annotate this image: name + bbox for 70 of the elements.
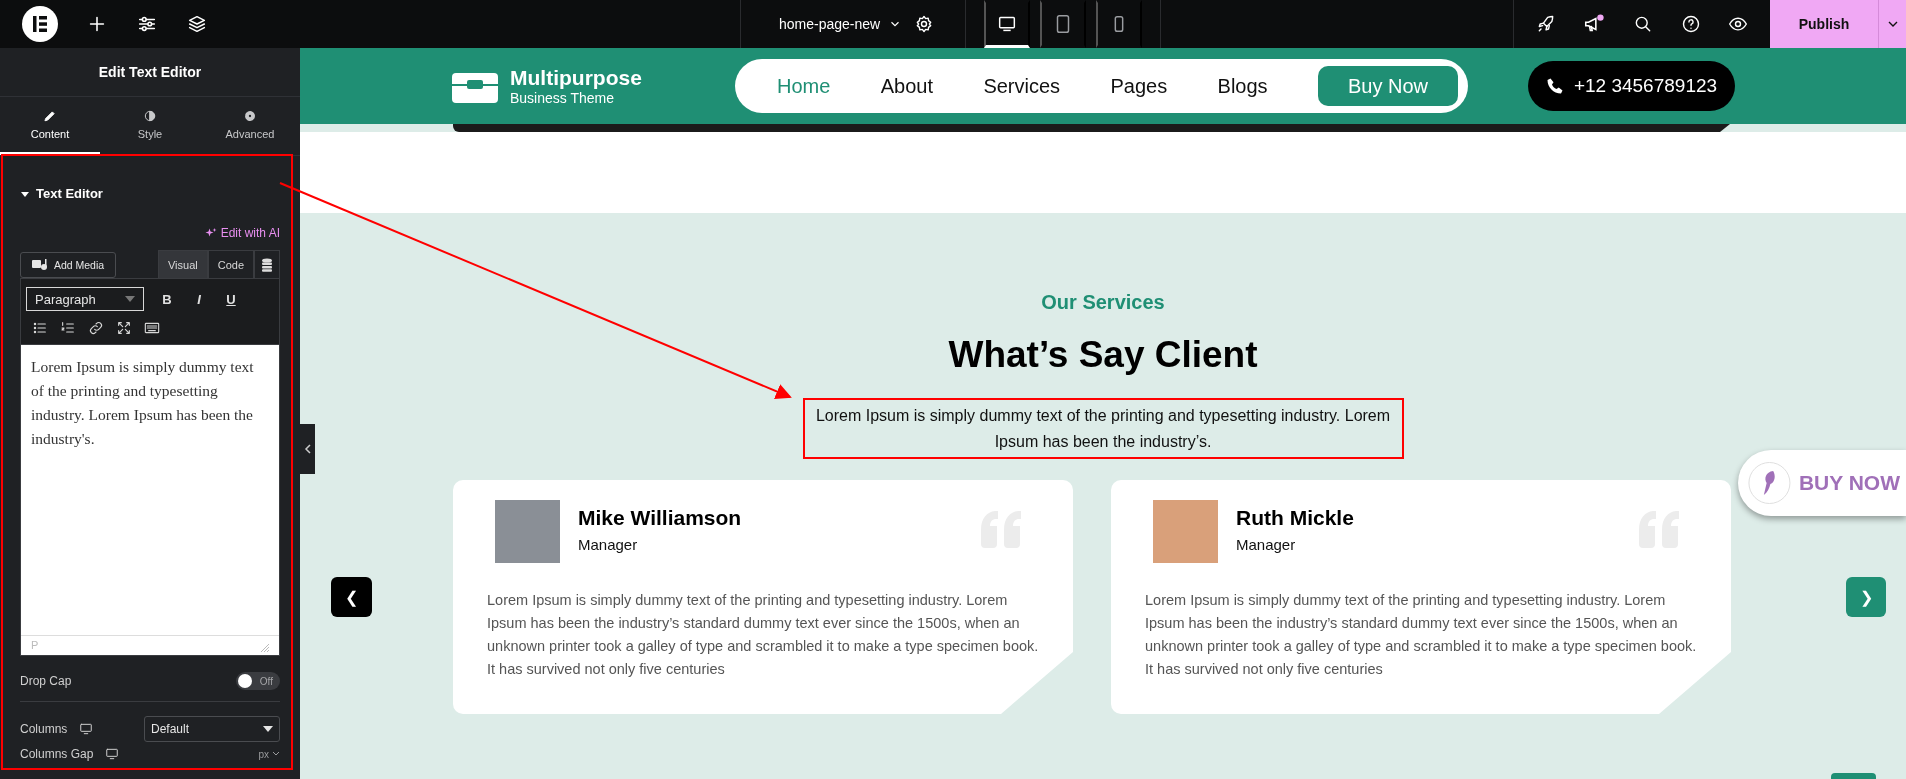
phone-icon: [1545, 77, 1564, 95]
editor-tab[interactable]: Code: [207, 250, 254, 278]
resize-grip-icon[interactable]: [261, 644, 269, 652]
photo-placeholder: [1153, 500, 1218, 563]
unit-dropdown[interactable]: px: [258, 748, 280, 760]
collapse-panel-button[interactable]: [300, 424, 315, 474]
caret-icon: [125, 295, 135, 303]
editor-tab[interactable]: Visual: [157, 250, 208, 278]
database-icon: [261, 257, 273, 272]
edit-with-ai-link[interactable]: Edit with AI: [204, 226, 280, 240]
photo-placeholder: [495, 500, 560, 563]
section-eyebrow: Our Services: [1041, 291, 1165, 314]
publish-button[interactable]: Publish: [1770, 0, 1878, 48]
panel-tab[interactable]: Style: [100, 97, 200, 155]
nav-link[interactable]: Pages: [1110, 74, 1168, 98]
page-name-dropdown[interactable]: home-page-new: [779, 16, 903, 32]
help-icon[interactable]: [1680, 14, 1701, 34]
panel-tab[interactable]: Content: [0, 97, 100, 155]
feather-icon: [1748, 460, 1791, 506]
site-tagline: Business Theme: [510, 90, 615, 106]
control-label: Columns: [20, 722, 68, 736]
italic-button[interactable]: I: [190, 291, 208, 307]
control-label: Columns Gap: [20, 747, 94, 761]
keyboard-icon[interactable]: [144, 320, 160, 336]
elementor-logo-icon[interactable]: [22, 6, 58, 42]
desktop-icon[interactable]: [79, 722, 94, 736]
pencil-icon: [43, 109, 57, 123]
next-button[interactable]: ❯: [1846, 577, 1886, 617]
testimonial-text: Lorem Ipsum is simply dummy text of the printing and typesetting industry. Lorem Ipsum has been the industry’s standard dummy text ever since the 1500s, when an unknown printer took a galley of type and scrambled it to make a type specimen book. It has survived not only five centuries: [487, 591, 1040, 679]
bullet-list-icon[interactable]: [32, 320, 48, 336]
nav-link[interactable]: About: [880, 74, 933, 98]
section-text: Lorem Ipsum is simply dummy text of the printing and typesetting industry. Lorem Ipsum has been the industry’s.: [815, 405, 1391, 452]
layers-icon[interactable]: [186, 13, 208, 35]
client-role: Manager: [578, 536, 639, 553]
nav-link[interactable]: Blogs: [1217, 74, 1268, 98]
fullscreen-icon[interactable]: [116, 320, 132, 336]
caret-icon: [263, 726, 273, 732]
site-title: Multipurpose: [510, 66, 642, 90]
section-heading: What’s Say Client: [948, 334, 1258, 376]
control-label: Drop Cap: [20, 674, 72, 688]
format-dropdown[interactable]: Paragraph: [26, 287, 144, 311]
client-name: Ruth Mickle: [1236, 506, 1354, 530]
search-icon[interactable]: [1633, 14, 1653, 34]
link-icon[interactable]: [88, 320, 104, 336]
columns-dropdown[interactable]: Default: [144, 716, 280, 742]
client-name: Mike Williamson: [578, 506, 742, 530]
underline-button[interactable]: U: [222, 291, 240, 307]
testimonial-text: Lorem Ipsum is simply dummy text of the printing and typesetting industry. Lorem Ipsum has been the industry’s standard dummy text ever since the 1500s, when an unknown printer took a galley of type and scrambled it to make a type specimen book. It has survived not only five centuries: [1145, 591, 1698, 679]
nav-link[interactable]: Services: [983, 74, 1061, 98]
element-path: P: [31, 639, 39, 652]
dynamic-tags-button[interactable]: [254, 250, 280, 278]
client-role: Manager: [1236, 536, 1297, 553]
section-toggle[interactable]: Text Editor: [20, 186, 280, 201]
buy-now-button[interactable]: Buy Now: [1317, 66, 1458, 106]
panel-tab[interactable]: Advanced: [200, 97, 300, 155]
phone-button[interactable]: +12 3456789123: [1528, 61, 1735, 111]
chevron-down-icon: [272, 751, 280, 757]
media-icon: [31, 258, 48, 272]
drop-cap-switch[interactable]: Off: [236, 672, 280, 690]
floating-buy-now-button[interactable]: BUY NOW: [1738, 450, 1906, 516]
numbered-list-icon[interactable]: [60, 320, 76, 336]
contrast-icon: [143, 109, 157, 123]
chevron-left-icon: [303, 444, 312, 454]
sparkle-icon: [204, 227, 217, 239]
nav-link[interactable]: Home: [777, 74, 831, 98]
add-media-button[interactable]: Add Media: [20, 252, 116, 278]
previous-button[interactable]: ❮: [331, 577, 372, 617]
bold-button[interactable]: B: [158, 291, 176, 307]
editor-text[interactable]: Lorem Ipsum is simply dummy text of the printing and typesetting industry. Lorem Ipsum has been the industry's.: [21, 345, 279, 635]
desktop-icon[interactable]: [105, 747, 120, 761]
